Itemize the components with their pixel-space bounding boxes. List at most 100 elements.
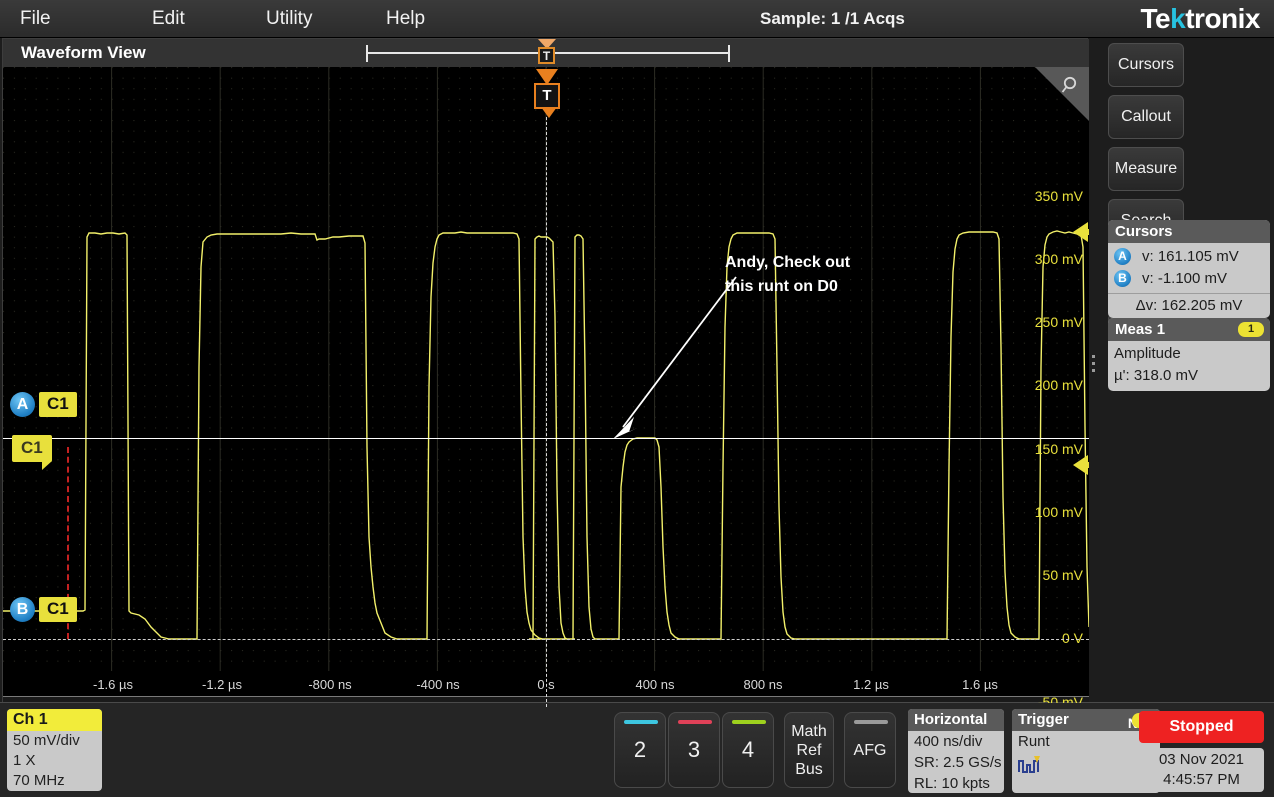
logo-post: tronix xyxy=(1185,3,1260,34)
measurement-1-card[interactable]: Meas 1 1 Amplitude µ': 318.0 mV xyxy=(1108,318,1270,391)
cursor-delta-value: Δv: 162.205 mV xyxy=(1108,293,1270,318)
x-tick-800: 800 ns xyxy=(743,677,782,692)
trigger-position-badge[interactable]: T xyxy=(534,83,560,109)
y-tick-100: 100 mV xyxy=(1035,504,1083,520)
trigger-level-marker-icon[interactable] xyxy=(1073,455,1088,475)
y-tick-0: 0 V xyxy=(1062,630,1083,646)
tektronix-logo: Tektronix xyxy=(1141,2,1260,36)
time-text: 4:45:57 PM xyxy=(1139,770,1264,790)
meas-card-body: Amplitude µ': 318.0 mV xyxy=(1108,341,1270,391)
channel-1-name: Ch 1 xyxy=(7,709,102,731)
afg-button[interactable]: AFG xyxy=(844,712,896,788)
trigger-type: Runt xyxy=(1012,731,1160,752)
channel-3-label: 3 xyxy=(688,737,700,763)
channel-1-scale: 50 mV/div xyxy=(7,731,102,751)
cursor-a-readout-row: A v: 161.105 mV xyxy=(1114,245,1264,267)
date-text: 03 Nov 2021 xyxy=(1139,750,1264,770)
y-tick-300: 300 mV xyxy=(1035,251,1083,267)
trigger-card[interactable]: Trigger N 1 Runt xyxy=(1012,709,1160,793)
zoom-corner[interactable] xyxy=(1033,67,1089,123)
logo-k: k xyxy=(1170,3,1185,34)
cursors-card-title: Cursors xyxy=(1108,220,1270,243)
y-tick-250: 250 mV xyxy=(1035,314,1083,330)
cursor-b-line[interactable] xyxy=(3,639,1089,640)
cursor-b-value: v: -1.100 mV xyxy=(1142,270,1227,287)
x-tick-1600: 1.6 µs xyxy=(962,677,998,692)
callout-button[interactable]: Callout xyxy=(1108,95,1184,139)
y-tick-350: 350 mV xyxy=(1035,188,1083,204)
menu-file[interactable]: File xyxy=(14,0,57,38)
horizontal-record-length: RL: 10 kpts xyxy=(908,773,1004,793)
afg-label: AFG xyxy=(854,741,887,760)
magnifier-icon xyxy=(1061,75,1083,97)
channel-1-bandwidth: 70 MHz xyxy=(7,771,102,791)
meas-card-title-text: Meas 1 xyxy=(1115,321,1165,338)
x-tick-neg400: -400 ns xyxy=(416,677,459,692)
overview-trigger-badge[interactable]: T xyxy=(538,47,555,64)
datetime-readout: 03 Nov 2021 4:45:57 PM xyxy=(1139,748,1264,792)
acquisition-state-button[interactable]: Stopped xyxy=(1139,711,1264,743)
cursor-a-line[interactable] xyxy=(3,438,1089,439)
runt-trigger-icon xyxy=(1018,755,1042,775)
cursor-a-badge[interactable]: A C1 xyxy=(10,392,77,417)
y-tick-neg50: -50 mV xyxy=(1038,694,1083,703)
channel-level-marker-icon[interactable] xyxy=(1073,222,1088,242)
measure-button[interactable]: Measure xyxy=(1108,147,1184,191)
x-tick-neg1600: -1.6 µs xyxy=(93,677,133,692)
cursor-b-readout-row: B v: -1.100 mV xyxy=(1114,267,1264,289)
menu-utility[interactable]: Utility xyxy=(260,0,318,38)
logo-pre: Te xyxy=(1141,3,1171,34)
trigger-position-line xyxy=(546,117,547,707)
math-label: Math xyxy=(791,722,827,741)
meas-source-badge: 1 xyxy=(1238,322,1264,337)
menu-help[interactable]: Help xyxy=(380,0,431,38)
cursor-a-source: C1 xyxy=(39,392,77,417)
meas-value: µ': 318.0 mV xyxy=(1114,365,1264,387)
channel-3-button[interactable]: 3 xyxy=(668,712,720,788)
cursor-b-circle: B xyxy=(10,597,35,622)
channel-4-button[interactable]: 4 xyxy=(722,712,774,788)
sample-status: Sample: 1 /1 Acqs xyxy=(760,0,905,38)
meas-type: Amplitude xyxy=(1114,343,1264,365)
callout-arrow-icon xyxy=(603,267,743,447)
afg-color-bar xyxy=(854,720,888,724)
callout-annotation[interactable]: Andy, Check out this runt on D0 xyxy=(725,251,850,299)
channel-4-color-bar xyxy=(732,720,766,724)
channel-1-badge[interactable]: Ch 1 50 mV/div 1 X 70 MHz xyxy=(7,709,102,791)
meas-card-title: Meas 1 1 xyxy=(1108,318,1270,341)
trigger-icon-wrap xyxy=(1012,752,1160,780)
cursors-readout-card[interactable]: Cursors A v: 161.105 mV B v: -1.100 mV Δ… xyxy=(1108,220,1270,318)
y-tick-200: 200 mV xyxy=(1035,377,1083,393)
cursor-a-mini-circle: A xyxy=(1114,248,1131,265)
channel-1-attenuation: 1 X xyxy=(7,751,102,771)
cursor-b-source: C1 xyxy=(39,597,77,622)
bus-label: Bus xyxy=(795,760,823,779)
horizontal-scale: 400 ns/div xyxy=(908,731,1004,752)
cursors-button[interactable]: Cursors xyxy=(1108,43,1184,87)
y-tick-50: 50 mV xyxy=(1043,567,1083,583)
cursor-b-badge[interactable]: B C1 xyxy=(10,597,77,622)
cursor-b-mini-circle: B xyxy=(1114,270,1131,287)
menu-edit[interactable]: Edit xyxy=(146,0,191,38)
channel-3-color-bar xyxy=(678,720,712,724)
right-sidebar: Cursors Callout Measure Search More... C… xyxy=(1100,38,1274,702)
channel-1-reference-marker[interactable]: C1 xyxy=(12,435,52,462)
horizontal-card[interactable]: Horizontal 400 ns/div SR: 2.5 GS/s RL: 1… xyxy=(908,709,1004,793)
menu-bar: File Edit Utility Help Sample: 1 /1 Acqs… xyxy=(0,0,1274,38)
cursors-card-body: A v: 161.105 mV B v: -1.100 mV xyxy=(1108,243,1270,293)
trigger-title-text: Trigger xyxy=(1018,711,1069,728)
math-ref-bus-button[interactable]: Math Ref Bus xyxy=(784,712,834,788)
ref-label: Ref xyxy=(797,741,822,760)
bottom-bar: Ch 1 50 mV/div 1 X 70 MHz 2 3 4 Math Ref… xyxy=(0,702,1274,797)
channel-2-color-bar xyxy=(624,720,658,724)
cursor-a-value: v: 161.105 mV xyxy=(1142,248,1239,265)
cursor-a-circle: A xyxy=(10,392,35,417)
oscilloscope-app: File Edit Utility Help Sample: 1 /1 Acqs… xyxy=(0,0,1274,797)
horizontal-title: Horizontal xyxy=(908,709,1004,731)
x-tick-400: 400 ns xyxy=(635,677,674,692)
trigger-title: Trigger N 1 xyxy=(1012,709,1160,731)
panel-resize-grip[interactable] xyxy=(1092,355,1095,376)
channel-2-button[interactable]: 2 xyxy=(614,712,666,788)
x-tick-1200: 1.2 µs xyxy=(853,677,889,692)
channel-4-label: 4 xyxy=(742,737,754,763)
